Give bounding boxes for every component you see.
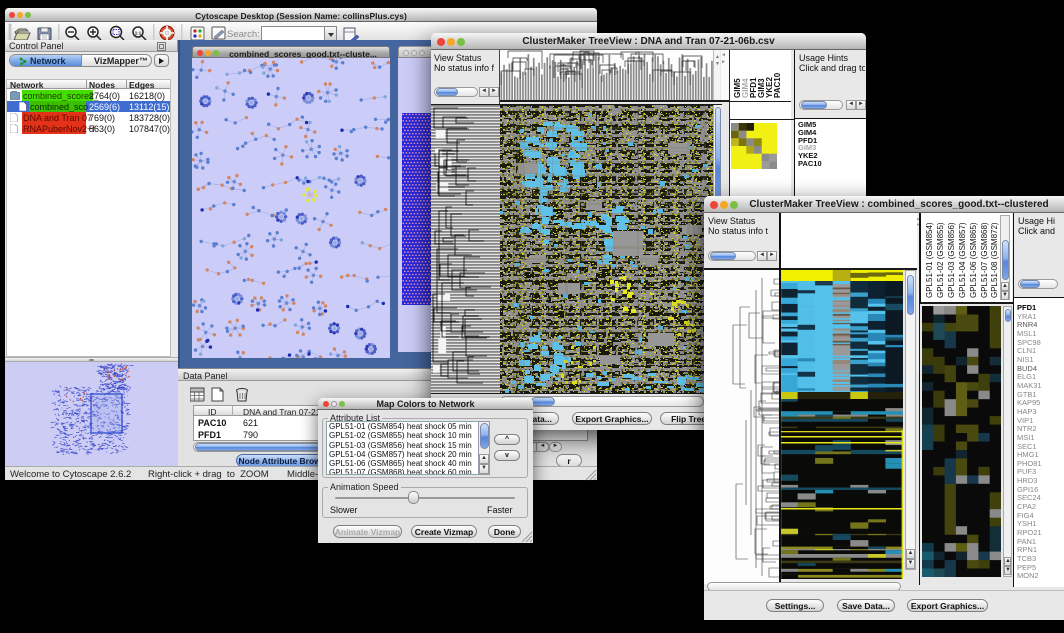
svg-text:1:1: 1:1 (135, 31, 142, 36)
